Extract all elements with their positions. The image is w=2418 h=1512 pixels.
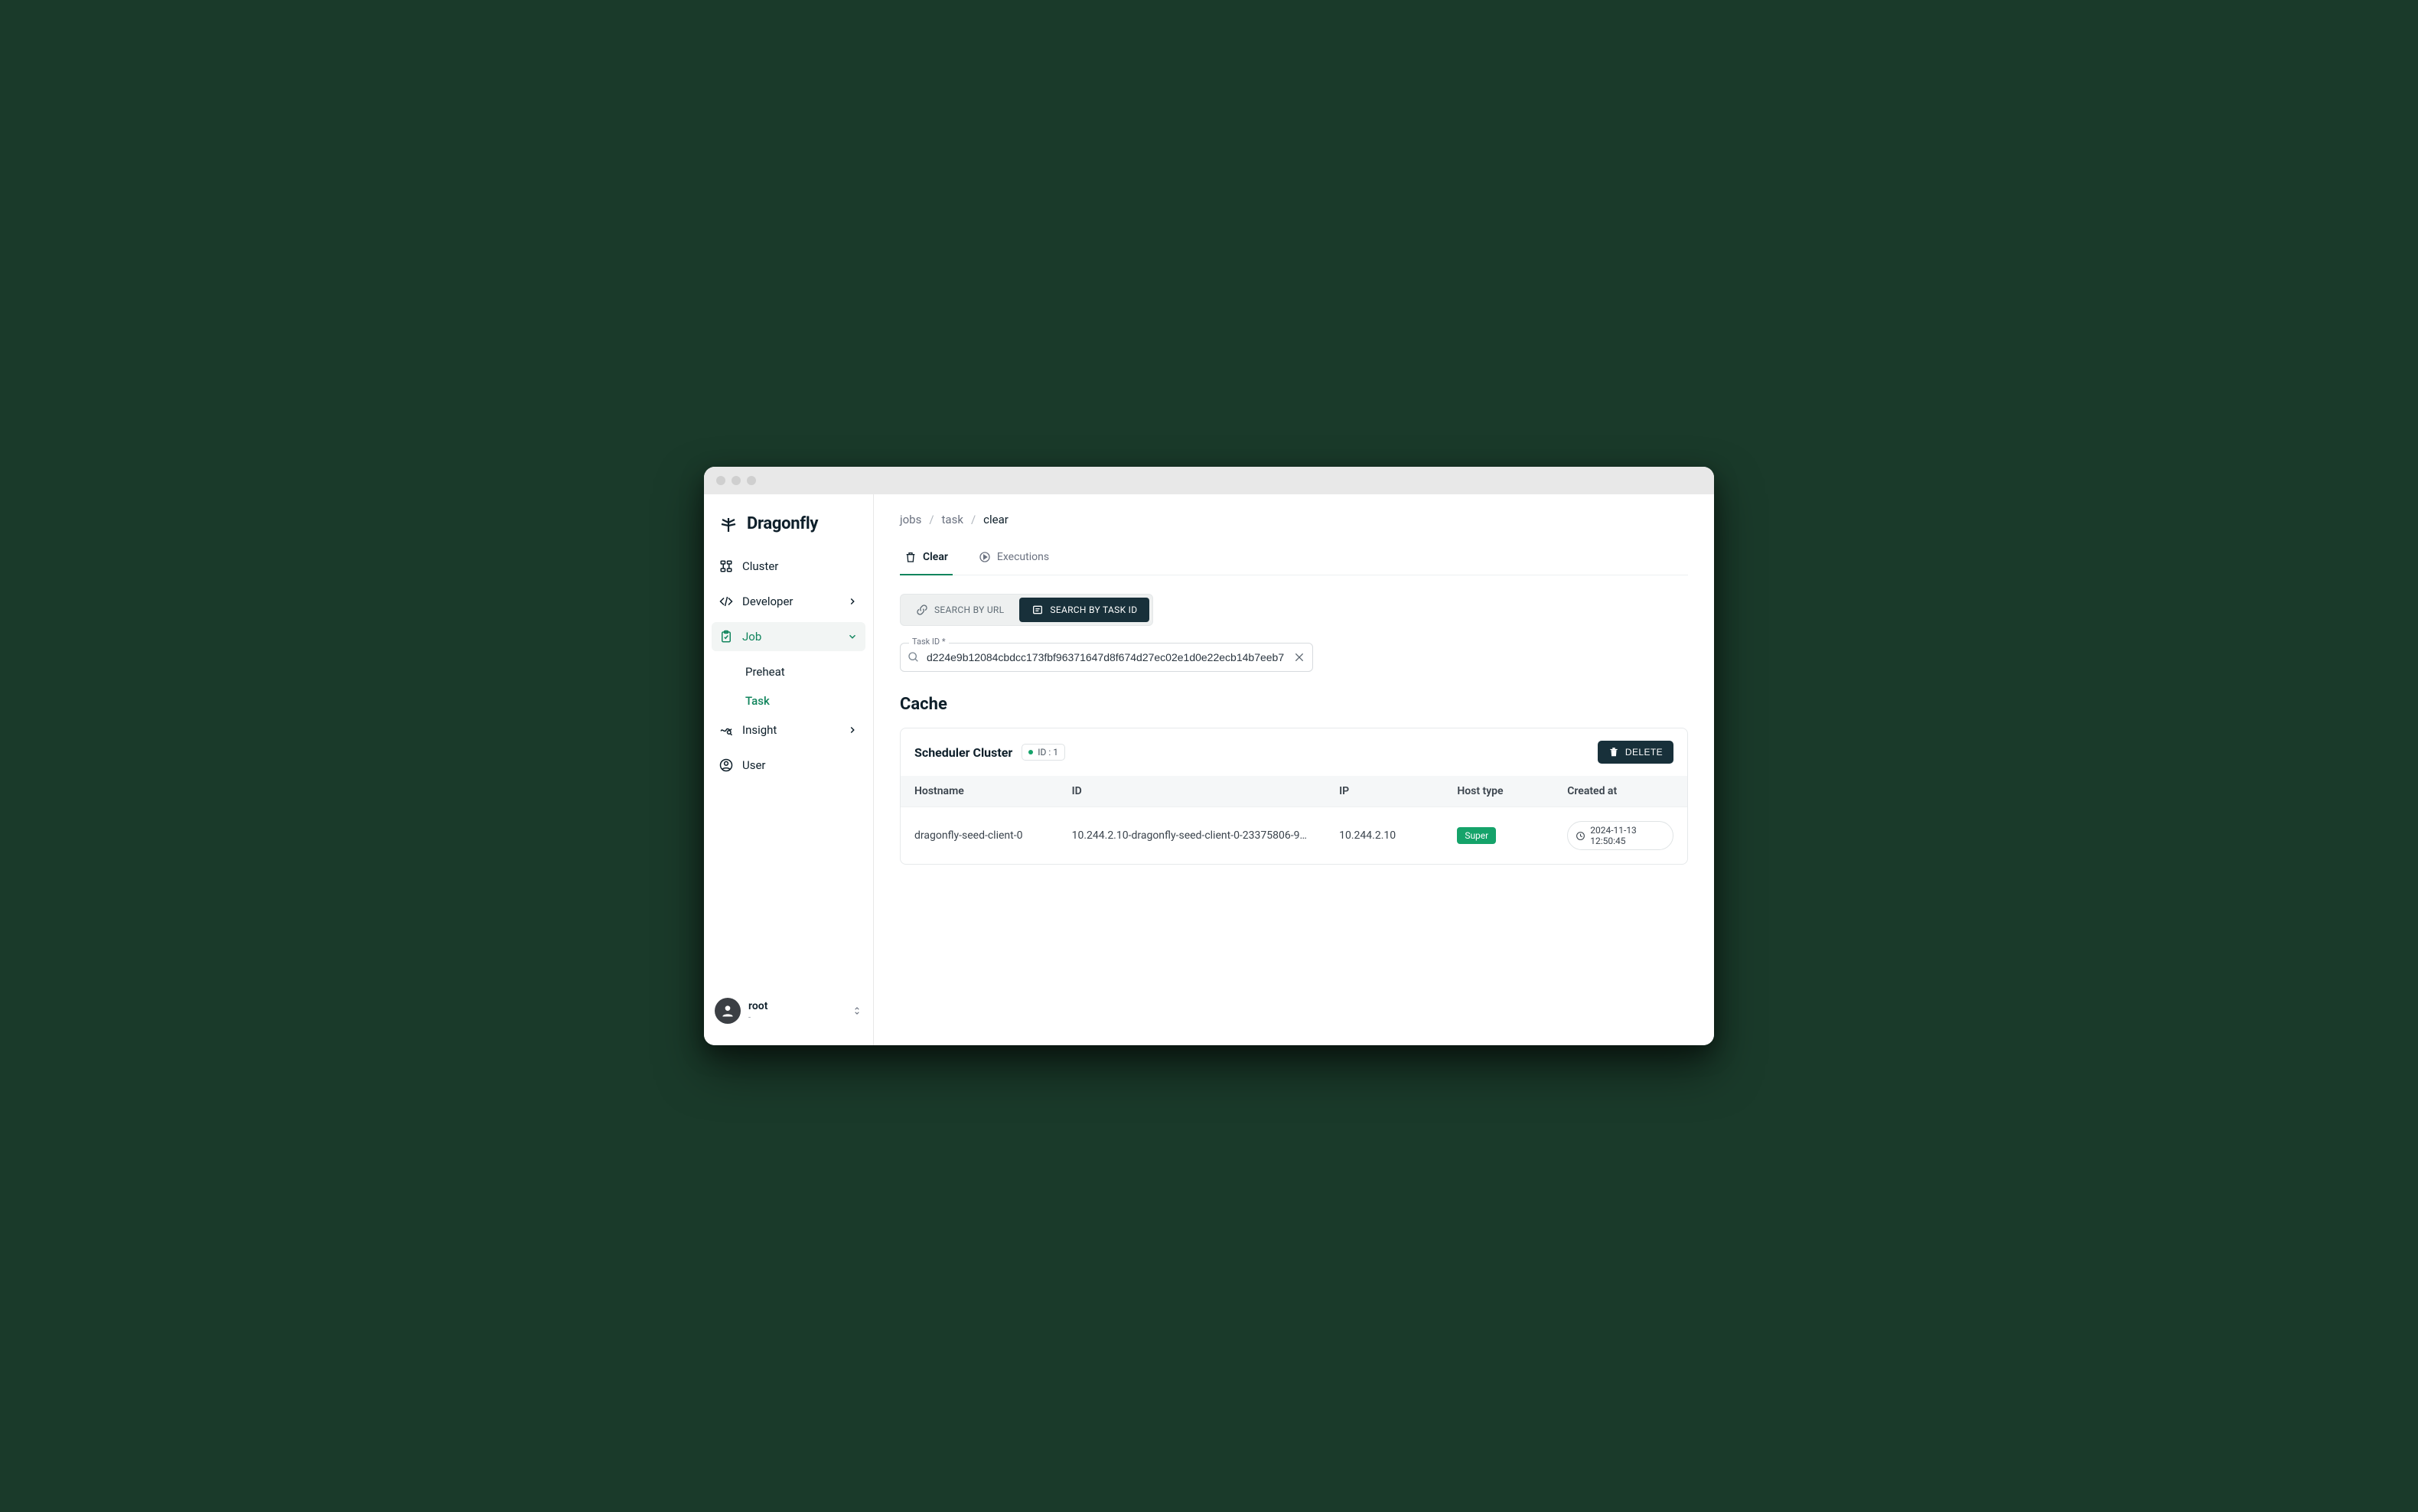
breadcrumb-sep: / [929, 513, 934, 526]
toggle-search-url[interactable]: SEARCH BY URL [904, 598, 1016, 622]
avatar [715, 998, 741, 1024]
th-id: ID [1058, 776, 1326, 807]
delete-button[interactable]: DELETE [1598, 741, 1673, 764]
breadcrumb-current: clear [983, 513, 1009, 526]
sidebar-subitem-preheat[interactable]: Preheat [745, 657, 865, 686]
sidebar-footer[interactable]: root - [704, 984, 873, 1045]
status-dot-icon [1028, 750, 1033, 754]
cache-card: Scheduler Cluster ID : 1 DELETE [900, 728, 1688, 865]
th-hostname: Hostname [901, 776, 1058, 807]
username: root [748, 1000, 767, 1012]
cell-created: 2024-11-13 12:50:45 [1553, 807, 1687, 865]
delete-label: DELETE [1625, 747, 1663, 758]
cell-id: 10.244.2.10-dragonfly-seed-client-0-2337… [1058, 807, 1326, 865]
sidebar-item-label: User [742, 758, 766, 772]
toggle-label: SEARCH BY URL [934, 604, 1004, 615]
window-dot-max[interactable] [747, 476, 756, 485]
search-icon [908, 651, 920, 663]
tab-label: Executions [997, 551, 1049, 563]
user-meta: root - [748, 1000, 767, 1022]
user-role: - [748, 1012, 767, 1022]
field-label: Task ID * [909, 637, 949, 647]
main: jobs / task / clear Clear Executions [874, 494, 1714, 1045]
search-toggle: SEARCH BY URL SEARCH BY TASK ID [900, 594, 1153, 626]
toggle-label: SEARCH BY TASK ID [1050, 604, 1137, 615]
card-header: Scheduler Cluster ID : 1 DELETE [901, 728, 1687, 776]
chevron-right-icon [847, 725, 858, 735]
cell-ip: 10.244.2.10 [1325, 807, 1443, 865]
trash-icon [904, 551, 917, 563]
sidebar-item-label: Job [742, 630, 761, 644]
breadcrumb-sep: / [971, 513, 976, 526]
th-ip: IP [1325, 776, 1443, 807]
clear-icon[interactable] [1293, 651, 1305, 663]
insight-icon [719, 723, 733, 737]
cluster-name: Scheduler Cluster [914, 745, 1012, 760]
nav: Cluster Developer Job [704, 549, 873, 789]
job-submenu: Preheat Task [712, 657, 865, 715]
user-icon [719, 758, 733, 772]
cell-host-type: Super [1443, 807, 1553, 865]
sidebar-item-label: Insight [742, 723, 777, 737]
sidebar-item-label: Developer [742, 595, 794, 608]
cluster-id-pill: ID : 1 [1022, 744, 1065, 761]
cell-hostname: dragonfly-seed-client-0 [901, 807, 1058, 865]
tab-executions[interactable]: Executions [974, 543, 1054, 575]
tab-label: Clear [923, 551, 948, 563]
avatar-icon [720, 1003, 735, 1018]
play-circle-icon [979, 551, 991, 563]
cache-table: Hostname ID IP Host type Created at drag… [901, 776, 1687, 864]
brand-name: Dragonfly [747, 514, 818, 533]
window-dot-close[interactable] [716, 476, 725, 485]
toggle-search-taskid[interactable]: SEARCH BY TASK ID [1019, 598, 1149, 622]
task-id-input[interactable] [900, 643, 1313, 672]
code-icon [719, 595, 733, 608]
sidebar-item-job[interactable]: Job [712, 622, 865, 651]
th-host-type: Host type [1443, 776, 1553, 807]
tab-clear[interactable]: Clear [900, 543, 953, 575]
cluster-id-label: ID : 1 [1038, 747, 1058, 758]
th-created: Created at [1553, 776, 1687, 807]
host-type-badge: Super [1457, 827, 1496, 844]
task-id-field-wrap: Task ID * [900, 643, 1313, 672]
updown-icon [852, 1004, 862, 1018]
sidebar-item-cluster[interactable]: Cluster [712, 552, 865, 581]
breadcrumb: jobs / task / clear [900, 513, 1688, 526]
chevron-right-icon [847, 596, 858, 607]
titlebar [704, 467, 1714, 494]
created-at-pill: 2024-11-13 12:50:45 [1567, 821, 1673, 850]
sidebar-item-developer[interactable]: Developer [712, 587, 865, 616]
table-row: dragonfly-seed-client-0 10.244.2.10-drag… [901, 807, 1687, 865]
chevron-down-icon [847, 631, 858, 642]
tabs: Clear Executions [900, 543, 1688, 575]
sidebar: Dragonfly Cluster Developer [704, 494, 874, 1045]
window-dot-min[interactable] [732, 476, 741, 485]
app-window: Dragonfly Cluster Developer [704, 467, 1714, 1045]
section-title-cache: Cache [900, 695, 1688, 714]
brand: Dragonfly [704, 505, 873, 549]
link-icon [916, 604, 928, 616]
breadcrumb-task[interactable]: task [942, 513, 963, 526]
clipboard-icon [719, 630, 733, 644]
cluster-icon [719, 559, 733, 573]
sidebar-item-insight[interactable]: Insight [712, 715, 865, 745]
sidebar-item-label: Cluster [742, 559, 778, 573]
dragonfly-logo-icon [719, 515, 738, 533]
id-card-icon [1031, 604, 1044, 616]
clock-icon [1576, 831, 1585, 841]
sidebar-item-user[interactable]: User [712, 751, 865, 780]
sidebar-subitem-task[interactable]: Task [745, 686, 865, 715]
breadcrumb-jobs[interactable]: jobs [900, 513, 921, 526]
trash-icon [1608, 747, 1619, 758]
